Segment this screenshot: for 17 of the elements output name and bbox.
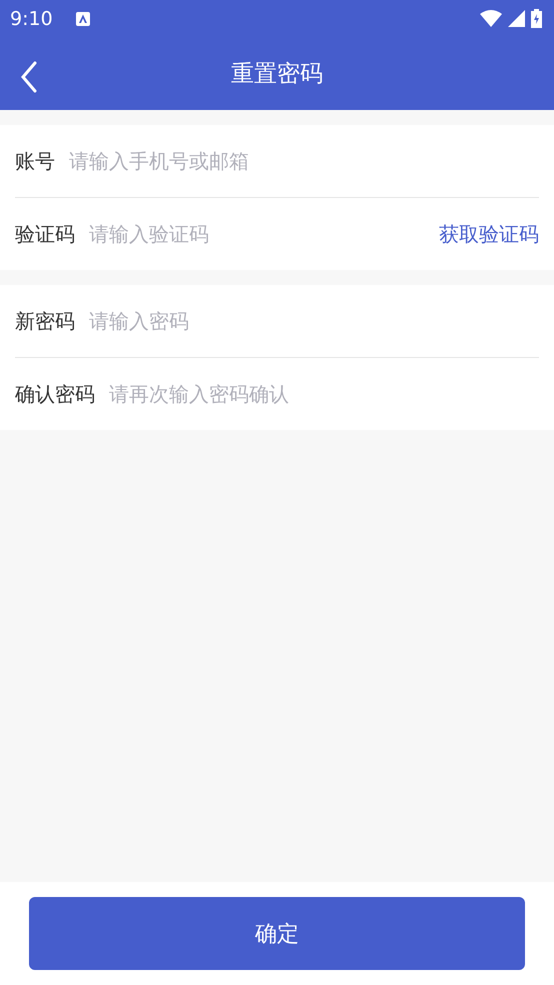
wifi-icon [480, 10, 502, 27]
field-label: 确认密码 [15, 380, 95, 408]
input-field[interactable]: 请输入密码 [89, 309, 539, 333]
confirm-button[interactable]: 确定 [29, 897, 525, 970]
field-label: 验证码 [15, 220, 75, 248]
notification-icon [74, 10, 91, 26]
input-field[interactable]: 请再次输入密码确认 [109, 382, 539, 406]
get-code-link[interactable]: 获取验证码 [439, 220, 539, 248]
battery-icon [531, 9, 542, 28]
input-field[interactable]: 请输入验证码 [89, 222, 425, 246]
page-title: 重置密码 [231, 60, 323, 89]
field-label: 新密码 [15, 308, 75, 334]
field-label: 账号 [15, 148, 55, 174]
input-field[interactable]: 请输入手机号或邮箱 [69, 149, 539, 173]
back-icon [20, 61, 38, 93]
signal-icon [508, 10, 525, 27]
status-time: 9:10 [10, 8, 53, 30]
